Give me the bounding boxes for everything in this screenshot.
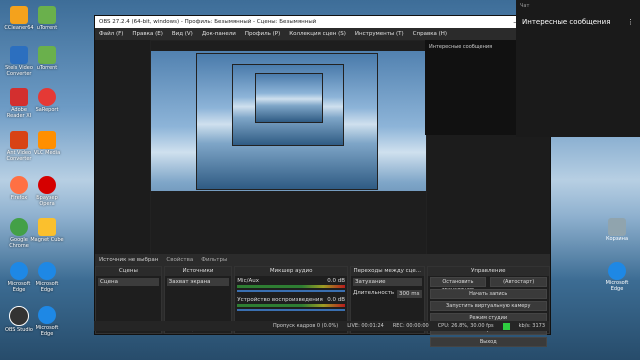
cube-icon	[38, 218, 56, 236]
nested-preview-level-3	[232, 64, 344, 146]
duration-label: Длительность	[353, 290, 395, 296]
mixer-header: Микшер аудио	[235, 267, 347, 276]
obs-status-bar: Пропуск кадров 0 (0.0%) LIVE: 00:01:24 R…	[94, 321, 549, 331]
pdf-icon	[10, 88, 28, 106]
obs-window: OBS 27.2.4 (64-bit, windows) - Профиль: …	[94, 15, 551, 347]
start-recording-button[interactable]: Начать запись	[429, 289, 547, 299]
menu-tools[interactable]: Инструменты (T)	[355, 31, 404, 37]
mixer-channel-db: 0.0 dB	[327, 297, 345, 303]
desktop-icon-utorrent-2[interactable]: uTorrent	[30, 46, 64, 71]
volume-meter	[237, 304, 345, 307]
ccleaner-icon	[10, 6, 28, 24]
recycle-bin-icon	[608, 218, 626, 236]
obs-icon	[9, 306, 29, 326]
volume-slider[interactable]	[237, 309, 345, 311]
mixer-channel-db: 0.0 dB	[327, 278, 345, 284]
transitions-header: Переходы между сце...	[351, 267, 424, 276]
preview-canvas[interactable]: Интересные сообщения	[95, 40, 550, 254]
desktop-icon-edge-2[interactable]: Microsoft Edge	[30, 262, 64, 293]
video-converter-icon	[10, 46, 28, 64]
menu-help[interactable]: Справка (H)	[413, 31, 447, 37]
live-timer: LIVE: 00:01:24	[347, 323, 384, 329]
stream-health-icon	[502, 322, 510, 330]
menu-bar: Файл (F) Правка (E) Вид (V) Док-панели П…	[95, 28, 550, 39]
transition-select[interactable]: Затухание	[353, 278, 422, 286]
pin-icon	[38, 88, 56, 106]
edge-icon	[38, 306, 56, 324]
menu-docks[interactable]: Док-панели	[202, 31, 236, 37]
scene-item[interactable]: Сцена	[98, 278, 159, 286]
stop-stream-button[interactable]: Остановить трансляцию	[429, 277, 487, 293]
nested-obs-docks	[151, 191, 426, 254]
chrome-icon	[10, 218, 28, 236]
rec-timer: REC: 00:00:00	[392, 323, 429, 329]
source-item[interactable]: Захват экрана	[166, 278, 230, 286]
opera-icon	[38, 176, 56, 194]
filters-button[interactable]: Фильтры	[201, 257, 227, 263]
nested-preview-level-4	[255, 73, 323, 123]
mixer-channel-name: Mic/Aux	[237, 278, 259, 284]
more-options-icon[interactable]: ⋮	[627, 18, 634, 26]
desktop-icon-edge-right[interactable]: Microsoft Edge	[600, 262, 634, 292]
properties-button[interactable]: Свойства	[166, 257, 193, 263]
desktop-icon-opera[interactable]: Браузер Opera	[30, 176, 64, 207]
autostart-button[interactable]: (Автостарт)	[490, 277, 547, 287]
video-converter-icon	[10, 131, 28, 149]
chat-small-title: Чат	[520, 3, 530, 9]
bitrate: kb/s: 3173	[518, 323, 545, 329]
source-toolbar: Источник не выбран Свойства Фильтры	[95, 254, 550, 266]
cpu-usage: CPU: 26.8%, 30.00 fps	[437, 323, 494, 329]
sources-header: Источники	[164, 267, 232, 276]
music-icon	[38, 131, 56, 149]
preview-screen-capture	[150, 40, 427, 254]
menu-scene-collection[interactable]: Коллекция сцен (S)	[289, 31, 346, 37]
edge-icon	[10, 262, 28, 280]
utorrent-icon	[38, 6, 56, 24]
edge-icon	[38, 262, 56, 280]
desktop-icon-cube[interactable]: Magnet Cube	[30, 218, 64, 243]
menu-file[interactable]: Файл (F)	[99, 31, 123, 37]
mixer-channel-name: Устройство воспроизведения	[237, 297, 323, 303]
utorrent-icon	[38, 46, 56, 64]
desktop-icon-sareport[interactable]: SaReport	[30, 88, 64, 113]
chat-title[interactable]: Интересные сообщения	[522, 18, 610, 26]
virtual-camera-button[interactable]: Запустить виртуальную камеру	[429, 301, 547, 311]
volume-slider[interactable]	[237, 290, 345, 292]
nested-preview-level-2	[196, 53, 378, 190]
desktop-icon-vlc[interactable]: VLC Media	[30, 131, 64, 156]
edge-icon	[608, 262, 626, 280]
desktop-icon-utorrent[interactable]: uTorrent	[30, 6, 64, 31]
desktop-icon-recycle-bin[interactable]: Корзина	[600, 218, 634, 242]
volume-meter	[237, 285, 345, 288]
no-source-label: Источник не выбран	[99, 257, 159, 263]
menu-view[interactable]: Вид (V)	[172, 31, 193, 37]
menu-edit[interactable]: Правка (E)	[132, 31, 162, 37]
menu-profile[interactable]: Профиль (P)	[245, 31, 280, 37]
desktop-icon-edge-3[interactable]: Microsoft Edge	[30, 306, 64, 337]
exit-button[interactable]: Выход	[429, 337, 547, 347]
firefox-icon	[10, 176, 28, 194]
controls-header: Управление	[427, 267, 549, 276]
window-title: OBS 27.2.4 (64-bit, windows) - Профиль: …	[99, 19, 317, 25]
obs-titlebar[interactable]: OBS 27.2.4 (64-bit, windows) - Профиль: …	[95, 16, 550, 28]
chat-panel: Чат Интересные сообщения ⋮	[516, 0, 640, 137]
duration-input[interactable]: 300 ms	[397, 290, 422, 298]
scenes-header: Сцены	[96, 267, 161, 276]
dropped-frames: Пропуск кадров 0 (0.0%)	[272, 323, 339, 329]
